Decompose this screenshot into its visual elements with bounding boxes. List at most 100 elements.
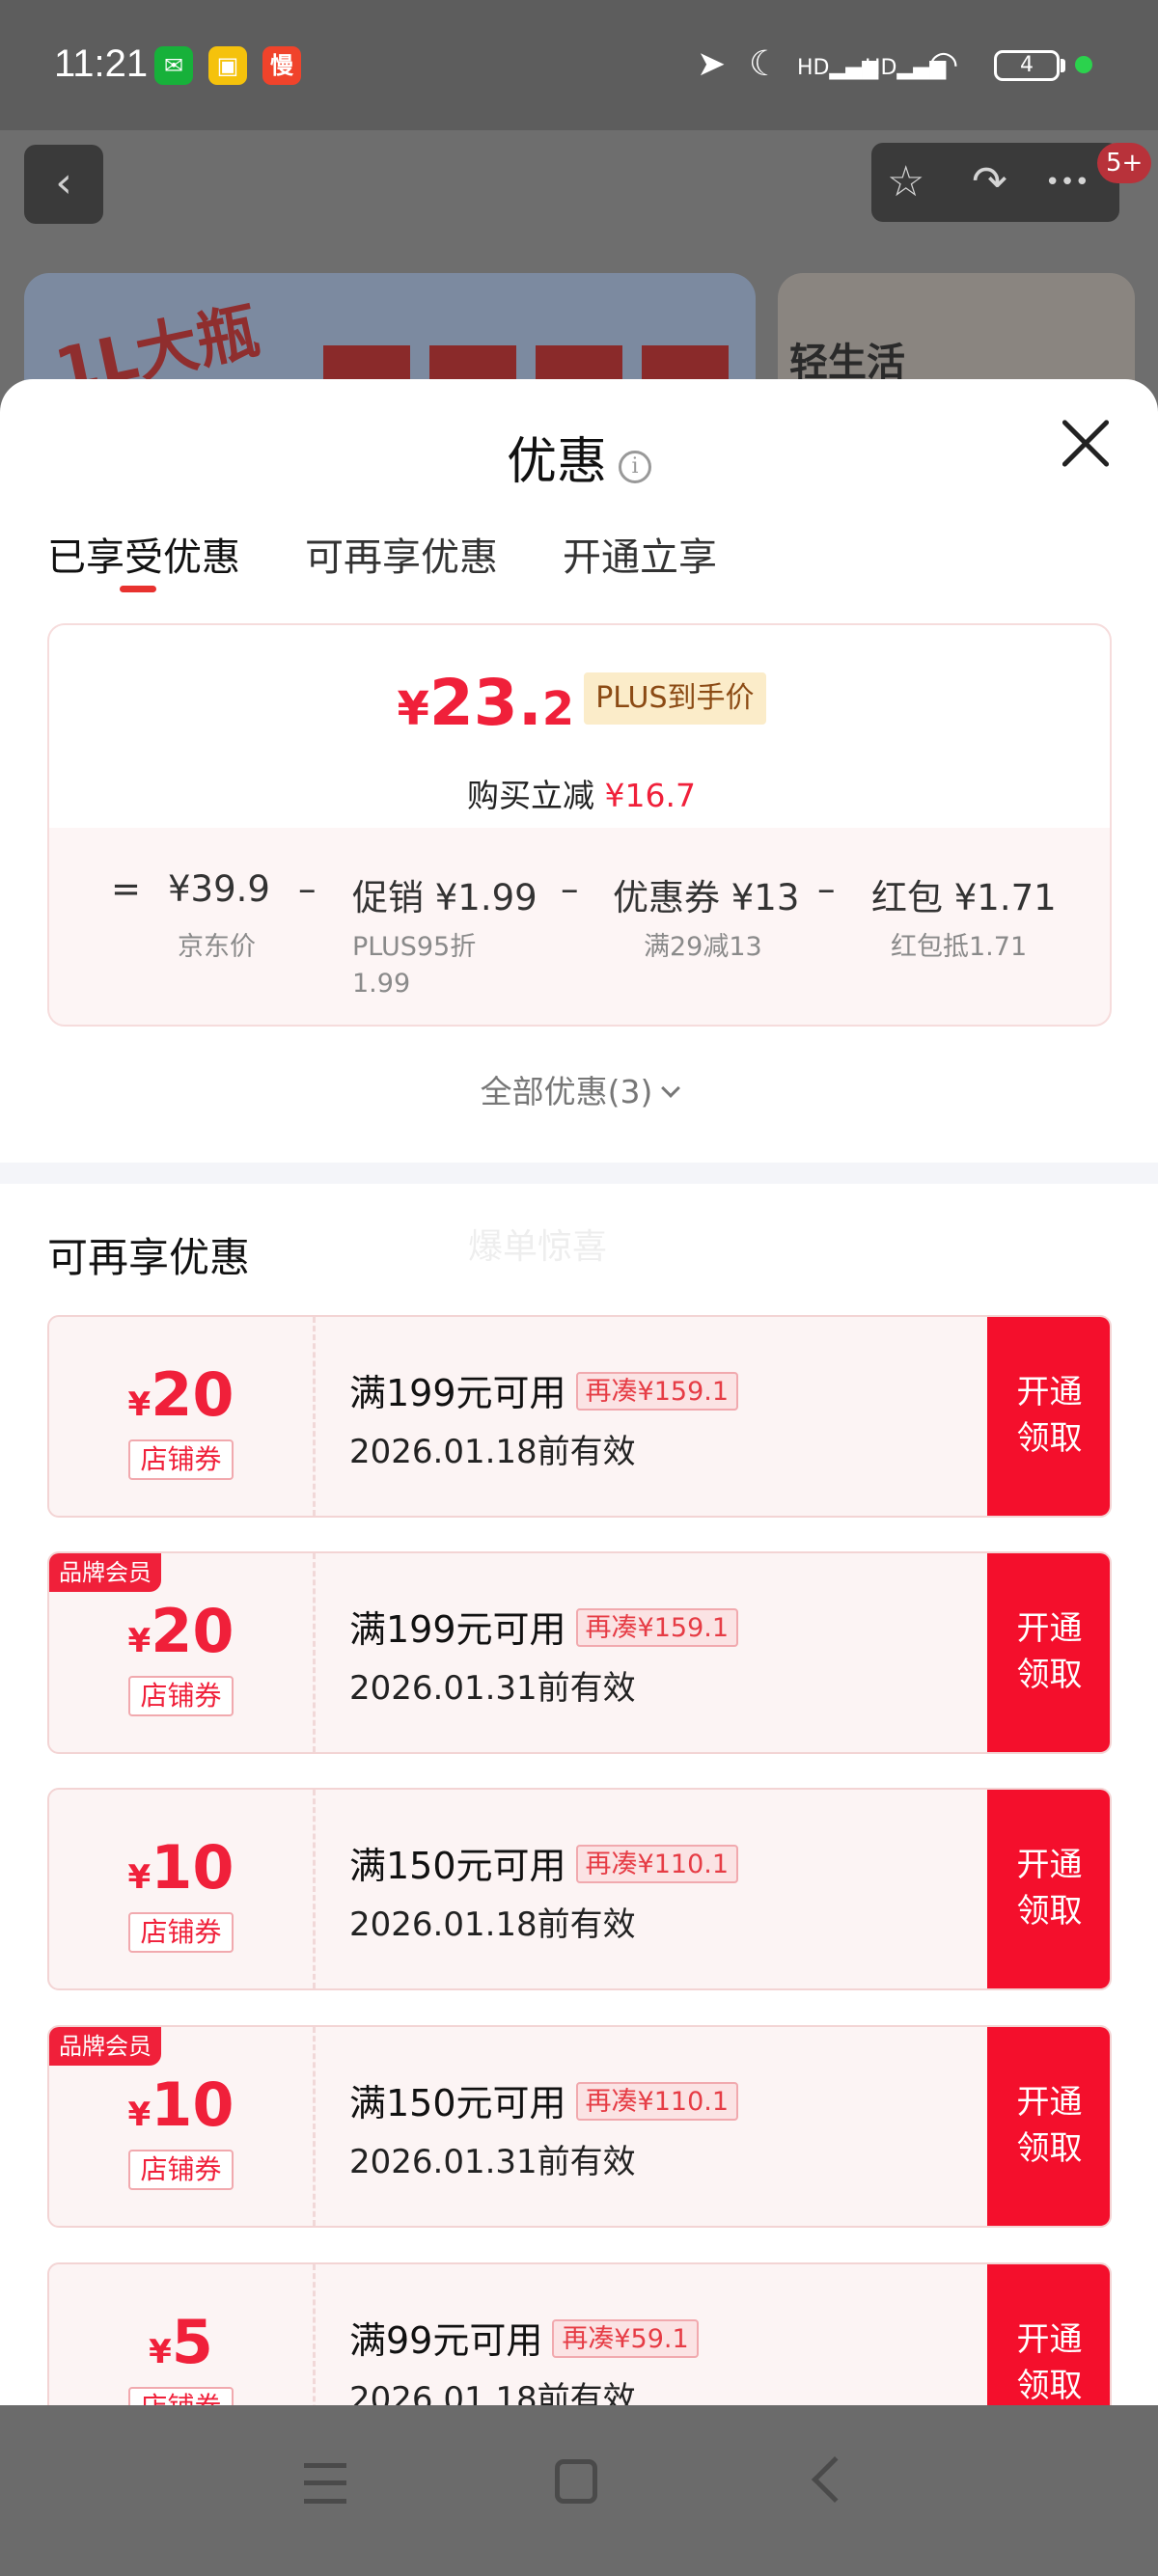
tab-more-offers[interactable]: 可再享优惠: [305, 526, 498, 582]
moon-icon: ☾: [749, 44, 781, 84]
activate-claim-label: 开通 领取: [1016, 2320, 1083, 2405]
coupon-currency: ¥: [127, 1858, 152, 1897]
offers-sheet: 优惠 i 已享受优惠 可再享优惠 开通立享 ¥23.2 PLUS到手价 购买立减 ¥…: [0, 379, 1158, 2405]
coupon-amount-panel: ¥10 店铺券: [49, 1790, 313, 1988]
minus-sign: –: [817, 868, 836, 910]
coupon-value: 20: [151, 1596, 234, 1666]
coupon-validity: 2026.01.18前有效: [349, 1905, 636, 1944]
location-icon: ➤: [697, 44, 727, 84]
sheet-title: 优惠 i: [0, 421, 1158, 493]
coupon-condition-text: 满199元可用: [349, 1608, 566, 1651]
coupon-condition-text: 满150元可用: [349, 2082, 566, 2124]
system-nav-bar: [0, 2405, 1158, 2576]
menu-icon[interactable]: [304, 2463, 346, 2504]
info-icon[interactable]: i: [619, 451, 651, 483]
coupon-condition-text: 满99元可用: [349, 2319, 543, 2362]
jd-price-label: 京东价: [178, 932, 256, 962]
minus-sign: –: [298, 868, 317, 910]
activate-claim-button[interactable]: 开通 领取: [987, 2027, 1110, 2226]
coupon-type: 店铺券: [128, 1676, 234, 1716]
minus-sign: –: [561, 868, 579, 910]
coupon-perforation: [313, 1317, 316, 1516]
coupon-validity: 2026.01.31前有效: [349, 2143, 636, 2181]
sheet-title-text: 优惠: [506, 433, 607, 491]
activate-claim-button[interactable]: 开通 领取: [987, 1317, 1110, 1516]
coupon-condition: 满150元可用 再凑¥110.1: [349, 2073, 739, 2126]
brand-member-badge: 品牌会员: [49, 2027, 161, 2066]
coupon-card: ¥10 店铺券 品牌会员 满150元可用 再凑¥110.1 2026.01.31前…: [47, 2025, 1112, 2228]
activate-claim-button[interactable]: 开通 领取: [987, 2264, 1110, 2405]
price-decimal: 2: [541, 682, 575, 736]
coupon-amount: ¥5: [49, 2307, 313, 2377]
star-icon[interactable]: ☆: [887, 160, 924, 205]
tab-enjoyed-offers[interactable]: 已享受优惠: [47, 526, 240, 582]
man-app-glyph: 慢: [270, 52, 293, 79]
instant-reduction: 购买立减 ¥16.7: [49, 770, 1110, 816]
coupon-condition: 满150元可用 再凑¥110.1: [349, 1836, 739, 1889]
wifi-icon: ◠: [928, 44, 959, 84]
final-price: ¥23.2 PLUS到手价: [49, 666, 1110, 740]
coupon-type: 店铺券: [128, 2387, 234, 2405]
coupon-condition-text: 满150元可用: [349, 1845, 566, 1887]
coupon-currency: ¥: [127, 1385, 152, 1424]
coupon-type: 店铺券: [128, 2150, 234, 2190]
coupon-remaining-tag: 再凑¥159.1: [575, 1372, 739, 1411]
activate-claim-button[interactable]: 开通 领取: [987, 1553, 1110, 1752]
coupon-amount-panel: ¥5 店铺券: [49, 2264, 313, 2405]
coupon-currency: ¥: [127, 1622, 152, 1660]
coupon-perforation: [313, 2027, 316, 2226]
coupon-perforation: [313, 1553, 316, 1752]
coupon-remaining-tag: 再凑¥159.1: [575, 1608, 739, 1647]
coupon-validity: 2026.01.31前有效: [349, 1669, 636, 1708]
coupon-amount-panel: ¥20 店铺券: [49, 1317, 313, 1516]
all-offers-label: 全部优惠(3): [480, 1073, 653, 1110]
coupon-amount: ¥10: [49, 2069, 313, 2140]
activate-claim-button[interactable]: 开通 领取: [987, 1790, 1110, 1988]
faded-promo-text: 爆单惊喜: [468, 1227, 608, 1267]
more-icon[interactable]: •••: [1045, 160, 1089, 205]
header-actions: ☆ ↷ •••: [871, 143, 1119, 222]
coupon-perforation: [313, 2264, 316, 2405]
coupon-amount: ¥20: [49, 1596, 313, 1666]
price-integer: 23.: [428, 666, 542, 740]
coupon-validity: 2026.01.18前有效: [349, 2380, 636, 2405]
jd-price-value: ¥39.9: [168, 868, 270, 910]
tab-active-indicator: [120, 586, 156, 592]
all-offers-toggle[interactable]: 全部优惠(3): [0, 1066, 1158, 1112]
equals-sign: =: [111, 868, 142, 910]
coupon-currency: ¥: [149, 2333, 172, 2371]
folder-app-glyph: ▣: [216, 52, 239, 79]
section-divider: [0, 1163, 1158, 1184]
coupon-remaining-tag: 再凑¥110.1: [575, 2082, 739, 2121]
wechat-glyph: ✉: [163, 52, 184, 79]
coupon-amount: ¥10: [49, 1832, 313, 1903]
activate-claim-label: 开通 领取: [1016, 1609, 1083, 1694]
back-button[interactable]: ‹: [24, 145, 103, 224]
folder-app-icon: ▣: [208, 46, 247, 85]
coupon-perforation: [313, 1790, 316, 1988]
coupon-card: ¥5 店铺券 满99元可用再凑¥59.1 2026.01.18前有效 开通 领取: [47, 2262, 1112, 2405]
promo-value: 促销 ¥1.99: [352, 877, 538, 918]
price-currency: ¥: [397, 682, 429, 736]
home-icon[interactable]: [555, 2459, 597, 2504]
section-title: 可再享优惠: [47, 1234, 251, 1281]
reduction-value: ¥16.7: [604, 777, 696, 814]
coupon-amount: ¥20: [49, 1359, 313, 1430]
coupon-value: 10: [151, 2069, 234, 2140]
tab-activate-offers[interactable]: 开通立享: [563, 526, 717, 582]
activate-claim-label: 开通 领取: [1016, 1846, 1083, 1931]
activate-claim-label: 开通 领取: [1016, 1373, 1083, 1458]
coupon-type: 店铺券: [128, 1439, 234, 1480]
coupon-condition-text: 满199元可用: [349, 1372, 566, 1414]
coupon-label: 满29减13: [644, 932, 762, 962]
back-icon[interactable]: [811, 2455, 859, 2504]
share-icon[interactable]: ↷: [972, 160, 1007, 205]
close-icon[interactable]: [1058, 416, 1114, 472]
coupon-value: 5: [171, 2307, 213, 2377]
red-packet-label: 红包抵1.71: [891, 932, 1028, 962]
notification-badge: 5+: [1097, 143, 1152, 183]
coupon-validity: 2026.01.18前有效: [349, 1433, 636, 1471]
price-breakdown: ¥23.2 PLUS到手价 购买立减 ¥16.7 = ¥39.9 京东价 – 促销…: [47, 623, 1112, 1027]
battery-tip: [1061, 59, 1065, 72]
coupon-condition: 满99元可用 再凑¥59.1: [349, 2311, 699, 2364]
